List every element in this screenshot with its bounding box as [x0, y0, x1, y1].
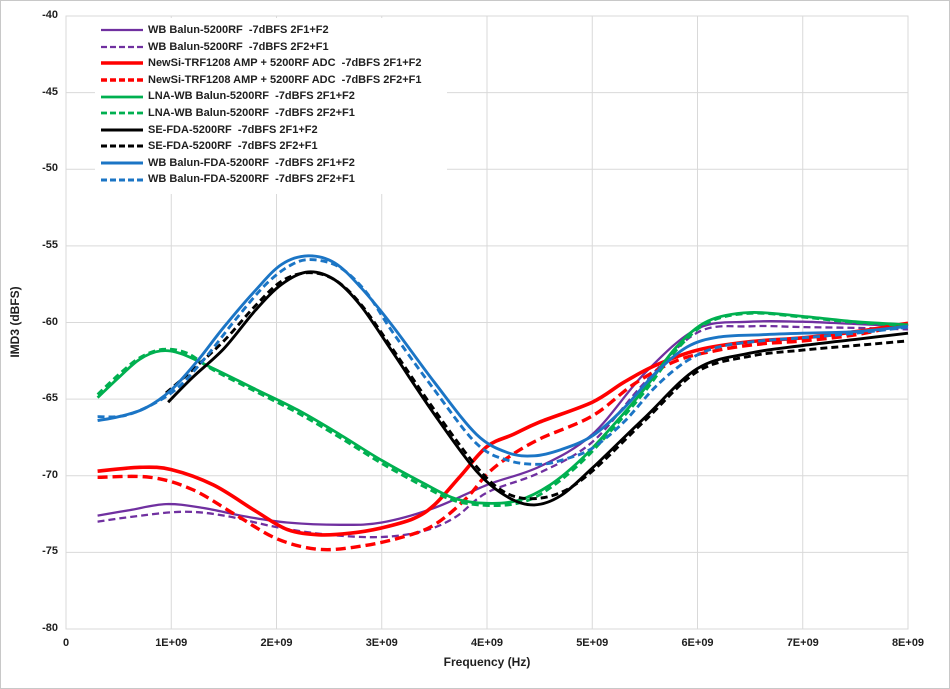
y-tick-label: -55	[1, 239, 58, 251]
legend-item: SE-FDA-5200RF -7dBFS 2F2+F1	[101, 138, 421, 155]
legend-label: LNA-WB Balun-5200RF -7dBFS 2F2+F1	[148, 105, 355, 122]
y-tick-label: -45	[1, 86, 58, 98]
legend-label: SE-FDA-5200RF -7dBFS 2F1+F2	[148, 122, 318, 139]
series-line	[168, 272, 908, 505]
legend-label: NewSi-TRF1208 AMP + 5200RF ADC -7dBFS 2F…	[148, 72, 421, 89]
x-tick-label: 8E+09	[868, 637, 948, 649]
series-line	[98, 260, 908, 465]
legend-item: WB Balun-5200RF -7dBFS 2F2+F1	[101, 39, 421, 56]
y-tick-label: -50	[1, 162, 58, 174]
imd3-chart-figure: 0 1E+09 2E+09 3E+09 4E+09 5E+09 6E+09 7E+09 8E+0…	[0, 0, 950, 689]
x-tick-label: 6E+09	[658, 637, 738, 649]
legend-line-sample	[101, 58, 143, 68]
legend: WB Balun-5200RF -7dBFS 2F1+F2WB Balun-52…	[99, 20, 427, 190]
legend-item: NewSi-TRF1208 AMP + 5200RF ADC -7dBFS 2F…	[101, 55, 421, 72]
legend-line-sample	[101, 42, 143, 52]
y-axis-title: IMD3 (dBFS)	[8, 286, 22, 357]
x-tick-label: 4E+09	[447, 637, 527, 649]
x-tick-label: 3E+09	[342, 637, 422, 649]
legend-item: WB Balun-FDA-5200RF -7dBFS 2F1+F2	[101, 155, 421, 172]
legend-label: WB Balun-5200RF -7dBFS 2F1+F2	[148, 22, 329, 39]
x-tick-label: 2E+09	[237, 637, 317, 649]
legend-label: WB Balun-FDA-5200RF -7dBFS 2F2+F1	[148, 171, 355, 188]
y-tick-label: -75	[1, 545, 58, 557]
series-line	[98, 256, 908, 456]
y-tick-label: -65	[1, 392, 58, 404]
legend-item: SE-FDA-5200RF -7dBFS 2F1+F2	[101, 122, 421, 139]
legend-line-sample	[101, 158, 143, 168]
y-tick-label: -40	[1, 9, 58, 21]
y-tick-label: -80	[1, 622, 58, 634]
legend-item: WB Balun-5200RF -7dBFS 2F1+F2	[101, 22, 421, 39]
legend-item: NewSi-TRF1208 AMP + 5200RF ADC -7dBFS 2F…	[101, 72, 421, 89]
x-tick-label: 7E+09	[763, 637, 843, 649]
legend-label: NewSi-TRF1208 AMP + 5200RF ADC -7dBFS 2F…	[148, 55, 421, 72]
legend-line-sample	[101, 25, 143, 35]
x-tick-label: 5E+09	[552, 637, 632, 649]
legend-line-sample	[101, 125, 143, 135]
legend-line-sample	[101, 75, 143, 85]
x-tick-label: 1E+09	[131, 637, 211, 649]
legend-label: WB Balun-FDA-5200RF -7dBFS 2F1+F2	[148, 155, 355, 172]
y-tick-label: -70	[1, 469, 58, 481]
legend-label: LNA-WB Balun-5200RF -7dBFS 2F1+F2	[148, 88, 355, 105]
legend-item: LNA-WB Balun-5200RF -7dBFS 2F2+F1	[101, 105, 421, 122]
legend-item: LNA-WB Balun-5200RF -7dBFS 2F1+F2	[101, 88, 421, 105]
legend-line-sample	[101, 108, 143, 118]
legend-item: WB Balun-FDA-5200RF -7dBFS 2F2+F1	[101, 171, 421, 188]
legend-line-sample	[101, 92, 143, 102]
legend-line-sample	[101, 175, 143, 185]
x-tick-label: 0	[26, 637, 106, 649]
legend-label: WB Balun-5200RF -7dBFS 2F2+F1	[148, 39, 329, 56]
x-axis-title: Frequency (Hz)	[444, 655, 531, 669]
legend-label: SE-FDA-5200RF -7dBFS 2F2+F1	[148, 138, 318, 155]
legend-line-sample	[101, 141, 143, 151]
